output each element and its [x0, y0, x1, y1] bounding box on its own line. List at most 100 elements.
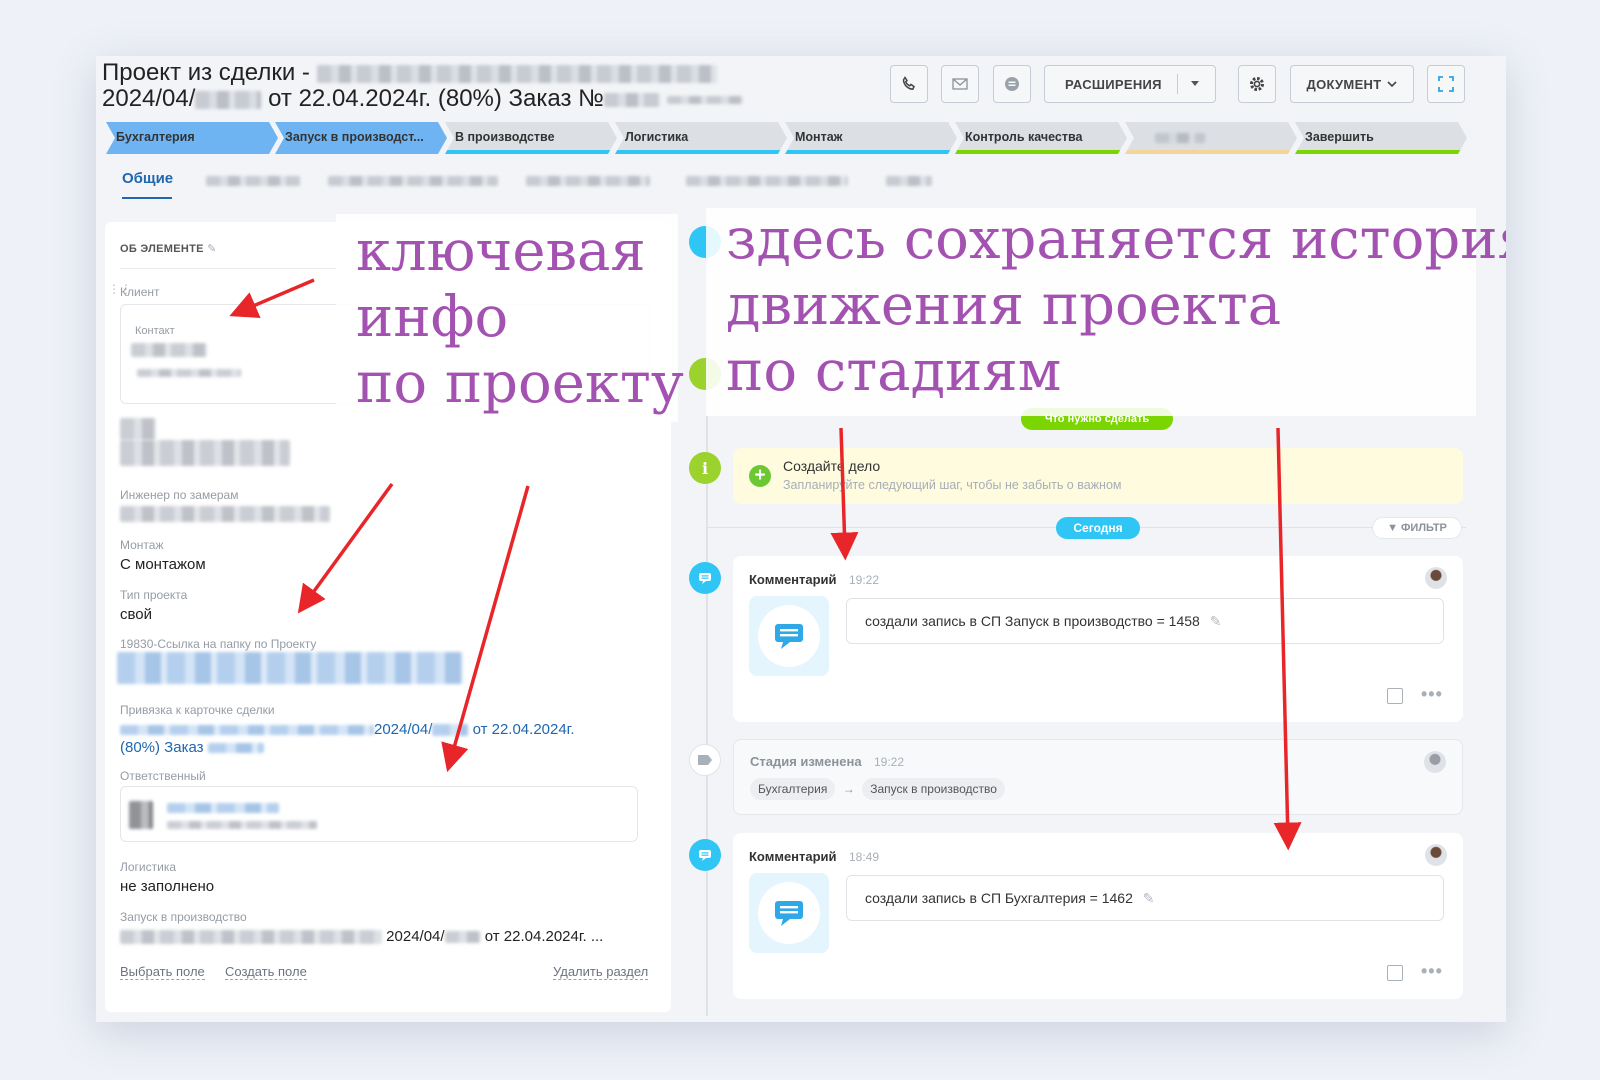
tab-hidden-4[interactable]	[686, 176, 848, 186]
comment-text[interactable]: создали запись в СП Бухгалтерия = 1462 ✎	[846, 875, 1444, 921]
comment-bubble-icon	[749, 596, 829, 676]
call-button[interactable]	[890, 65, 928, 103]
tab-general[interactable]: Общие	[122, 170, 173, 187]
annotation-left-line1: ключевая	[356, 219, 646, 284]
caret-down-icon[interactable]	[1191, 81, 1199, 86]
stage-in-production[interactable]: В производстве	[445, 122, 617, 154]
more-icon[interactable]: •••	[1421, 961, 1443, 982]
tab-hidden-2[interactable]	[328, 176, 498, 186]
note-icon[interactable]	[1387, 965, 1403, 981]
create-field-link[interactable]: Создать поле	[225, 964, 307, 980]
page-title: Проект из сделки - 2024/04/ от 22.04.202…	[102, 60, 802, 112]
deal-link[interactable]: 2024/04/ от 22.04.2024г.	[120, 721, 575, 738]
tab-hidden-1[interactable]	[206, 176, 300, 186]
comment-icon	[699, 573, 711, 584]
folder-link[interactable]	[117, 652, 463, 684]
note-icon[interactable]	[1387, 688, 1403, 704]
annotation-left-line3: по проекту	[356, 351, 684, 416]
more-icon[interactable]: •••	[1421, 684, 1443, 705]
extensions-button[interactable]: РАСШИРЕНИЯ	[1044, 65, 1216, 103]
stage-bar: Бухгалтерия Запуск в производст... В про…	[106, 122, 1486, 154]
mail-icon	[952, 78, 968, 90]
funnel-icon: ▼	[1387, 522, 1398, 534]
tab-hidden-5[interactable]	[886, 176, 932, 186]
pencil-icon[interactable]: ✎	[207, 243, 217, 255]
author-avatar[interactable]	[1425, 844, 1447, 866]
phone-icon	[902, 76, 915, 90]
comment-dot-1	[689, 562, 721, 594]
responsible-position	[167, 821, 317, 829]
fullscreen-button[interactable]	[1427, 65, 1465, 103]
logistics-label: Логистика	[120, 860, 177, 874]
stage-finish[interactable]: Завершить	[1295, 122, 1467, 154]
expand-icon	[1438, 76, 1454, 92]
comment-card-2[interactable]: Комментарий 18:49 создали запись в СП Бу…	[733, 833, 1463, 999]
stage-change-title: Стадия изменена	[750, 754, 862, 769]
annotation-right-line3: по стадиям	[726, 339, 1062, 404]
client-blur-2	[120, 440, 290, 466]
create-task-title: Создайте дело	[783, 458, 881, 474]
stage-change-card[interactable]: Стадия изменена 19:22 Бухгалтерия → Запу…	[733, 739, 1463, 815]
to-stage: Запуск в производство	[862, 778, 1005, 800]
comment-icon	[699, 850, 711, 861]
annotation-left-backdrop: ключевая инфо по проекту	[336, 214, 684, 422]
arrow-right-icon: →	[842, 782, 855, 796]
contact-name[interactable]	[131, 343, 207, 357]
delete-section-link[interactable]: Удалить раздел	[553, 964, 649, 980]
comment-card-1[interactable]: Комментарий 19:22 создали запись в СП За…	[733, 556, 1463, 722]
crm-window: Проект из сделки - 2024/04/ от 22.04.202…	[96, 56, 1506, 1022]
comment-time: 19:22	[849, 573, 880, 587]
stage-logistics[interactable]: Логистика	[615, 122, 787, 154]
stage-accounting[interactable]: Бухгалтерия	[106, 122, 278, 154]
deal-link-line2[interactable]: (80%) Заказ	[120, 739, 264, 756]
create-task-card[interactable]: + Создайте дело Запланируйте следующий ш…	[733, 448, 1463, 504]
comment-bubble-icon	[749, 873, 829, 953]
comment-text[interactable]: создали запись в СП Запуск в производств…	[846, 598, 1444, 644]
author-avatar[interactable]	[1425, 567, 1447, 589]
deal-link-label: Привязка к карточке сделки	[120, 703, 275, 717]
responsible-field[interactable]	[120, 786, 638, 842]
project-type-value: свой	[120, 606, 153, 623]
stage-quality-control[interactable]: Контроль качества	[955, 122, 1127, 154]
add-task-icon[interactable]: +	[749, 465, 771, 487]
stage-launch[interactable]: Запуск в производст...	[275, 122, 447, 154]
chevron-down-icon	[1387, 81, 1398, 88]
document-label: ДОКУМЕНТ	[1306, 76, 1382, 92]
gear-icon	[1250, 77, 1264, 91]
montage-label: Монтаж	[120, 538, 164, 552]
client-blur-1	[120, 418, 156, 440]
responsible-label: Ответственный	[120, 769, 206, 783]
document-button[interactable]: ДОКУМЕНТ	[1290, 65, 1414, 103]
stage-montage[interactable]: Монтаж	[785, 122, 957, 154]
comment-time: 18:49	[849, 850, 880, 864]
tab-bar: Общие	[122, 170, 1022, 200]
email-button[interactable]	[941, 65, 979, 103]
launch-value[interactable]: 2024/04/ от 22.04.2024г. ...	[120, 928, 603, 945]
pencil-icon[interactable]: ✎	[1143, 890, 1155, 906]
annotation-right-backdrop: здесь сохраняется история движения проек…	[706, 207, 1506, 416]
launch-label: Запуск в производство	[120, 910, 247, 924]
logistics-value: не заполнено	[120, 878, 215, 895]
contact-label: Контакт	[135, 325, 175, 337]
responsible-name[interactable]	[167, 803, 279, 813]
pencil-icon[interactable]: ✎	[1210, 613, 1222, 629]
create-task-subtitle: Запланируйте следующий шаг, чтобы не заб…	[783, 478, 1122, 492]
comment-title: Комментарий	[749, 849, 837, 864]
folder-link-label: 19830-Ссылка на папку по Проекту	[120, 637, 317, 651]
tab-hidden-3[interactable]	[526, 176, 650, 186]
client-label: Клиент	[120, 285, 160, 299]
tag-icon	[698, 755, 712, 765]
annotation-right-line1: здесь сохраняется история	[726, 207, 1506, 272]
stage-hidden[interactable]	[1125, 122, 1297, 154]
from-stage: Бухгалтерия	[750, 778, 836, 800]
settings-button[interactable]	[1238, 65, 1276, 103]
stage-change-time: 19:22	[874, 755, 905, 769]
select-field-link[interactable]: Выбрать поле	[120, 964, 205, 980]
author-avatar[interactable]	[1424, 751, 1446, 773]
filter-button[interactable]: ▼ ФИЛЬТР	[1372, 517, 1462, 539]
stage-transition: Бухгалтерия → Запуск в производство	[750, 778, 1005, 800]
engineer-value[interactable]	[120, 506, 330, 522]
stage-change-dot	[689, 744, 721, 776]
today-pill: Сегодня	[1056, 517, 1140, 539]
chat-button[interactable]	[993, 65, 1031, 103]
